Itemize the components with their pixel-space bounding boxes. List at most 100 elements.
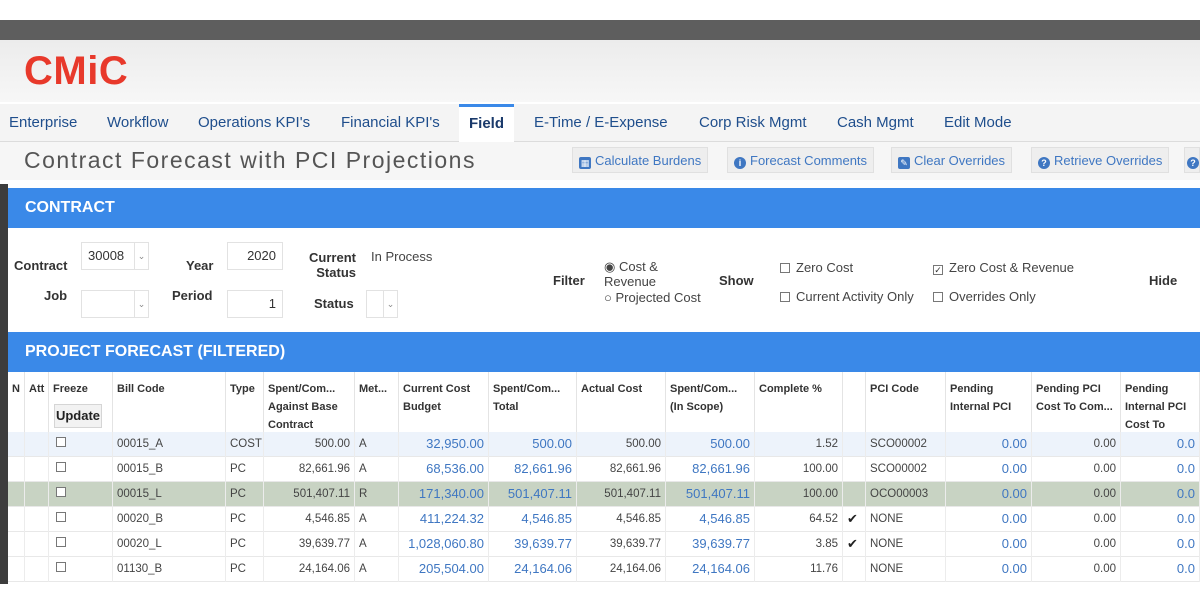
overrides-only-checkbox[interactable]: Overrides Only [933, 289, 1036, 304]
cell-actual-cost: 501,407.11 [577, 482, 666, 507]
col-header-n[interactable]: N [8, 372, 25, 432]
cell-pending-internal-pci-ctc[interactable]: 0.0 [1121, 532, 1200, 557]
freeze-checkbox[interactable] [49, 432, 113, 457]
eraser-icon: ✎ [898, 157, 910, 169]
filter-projected-cost-radio[interactable]: ○ Projected Cost [604, 290, 701, 305]
freeze-checkbox[interactable] [49, 507, 113, 532]
freeze-checkbox[interactable] [49, 482, 113, 507]
cell-spent-total[interactable]: 500.00 [489, 432, 577, 457]
tab-enterprise[interactable]: Enterprise [9, 104, 77, 142]
tab-corp-risk-mgmt[interactable]: Corp Risk Mgmt [699, 104, 807, 142]
cell-pci-code: NONE [866, 557, 946, 582]
col-header-method[interactable]: Met... [355, 372, 399, 432]
more-toolbar-button[interactable]: ? [1184, 147, 1200, 173]
table-row[interactable]: 00015_B PC 82,661.96 A 68,536.00 82,661.… [8, 457, 1200, 482]
forecast-comments-button[interactable]: i Forecast Comments [727, 147, 875, 173]
cell-current-budget[interactable]: 68,536.00 [399, 457, 489, 482]
cell-pending-internal-pci[interactable]: 0.00 [946, 457, 1032, 482]
cell-current-budget[interactable]: 171,340.00 [399, 482, 489, 507]
col-header-type[interactable]: Type [226, 372, 264, 432]
cell-pending-internal-pci[interactable]: 0.00 [946, 507, 1032, 532]
cell-current-budget[interactable]: 32,950.00 [399, 432, 489, 457]
table-row[interactable]: 00020_L PC 39,639.77 A 1,028,060.80 39,6… [8, 532, 1200, 557]
col-header-spent-base[interactable]: Spent/Com... Against Base Contract [264, 372, 355, 432]
calculate-burdens-button[interactable]: ▦ Calculate Burdens [572, 147, 709, 173]
cell-pending-internal-pci[interactable]: 0.00 [946, 532, 1032, 557]
checkmark-icon [843, 432, 866, 457]
status-select[interactable]: ⌄ [366, 290, 398, 318]
cell-pending-internal-pci-ctc[interactable]: 0.0 [1121, 432, 1200, 457]
cell-pending-internal-pci-ctc[interactable]: 0.0 [1121, 557, 1200, 582]
cell-spent-base: 82,661.96 [264, 457, 355, 482]
tab-financial-kpis[interactable]: Financial KPI's [341, 104, 440, 142]
zero-cost-checkbox[interactable]: Zero Cost [780, 260, 853, 275]
col-header-att[interactable]: Att [25, 372, 49, 432]
cell-complete: 11.76 [755, 557, 843, 582]
cell-pending-internal-pci[interactable]: 0.00 [946, 557, 1032, 582]
cell-spent-scope[interactable]: 82,661.96 [666, 457, 755, 482]
tab-field[interactable]: Field [459, 104, 515, 142]
cmic-logo[interactable]: CMiC [24, 50, 128, 92]
cell-pending-internal-pci-ctc[interactable]: 0.0 [1121, 482, 1200, 507]
table-row[interactable]: 00015_A COST 500.00 A 32,950.00 500.00 5… [8, 432, 1200, 457]
checkbox-icon [780, 263, 790, 273]
cell-pending-internal-pci[interactable]: 0.00 [946, 482, 1032, 507]
contract-select[interactable]: 30008 ⌄ [81, 242, 149, 270]
col-header-complete[interactable]: Complete % [755, 372, 843, 432]
cell-spent-scope[interactable]: 4,546.85 [666, 507, 755, 532]
current-status-label: Current Status [309, 250, 356, 280]
update-button[interactable]: Update [54, 404, 102, 428]
current-activity-only-checkbox[interactable]: Current Activity Only [780, 289, 914, 304]
cell-spent-scope[interactable]: 500.00 [666, 432, 755, 457]
filter-cost-revenue-radio[interactable]: ◉ Cost & Revenue [604, 259, 704, 289]
tab-operations-kpis[interactable]: Operations KPI's [198, 104, 310, 142]
cell-current-budget[interactable]: 205,504.00 [399, 557, 489, 582]
cell-spent-scope[interactable]: 24,164.06 [666, 557, 755, 582]
cell-spent-total[interactable]: 24,164.06 [489, 557, 577, 582]
cell-spent-scope[interactable]: 39,639.77 [666, 532, 755, 557]
forecast-comments-label: Forecast Comments [750, 153, 868, 168]
col-header-spent-scope[interactable]: Spent/Com... (In Scope) [666, 372, 755, 432]
job-select[interactable]: ⌄ [81, 290, 149, 318]
freeze-checkbox[interactable] [49, 532, 113, 557]
cell-complete: 100.00 [755, 457, 843, 482]
col-header-pending-pci-ctc[interactable]: Pending PCI Cost To Com... [1032, 372, 1121, 432]
tab-cash-mgmt[interactable]: Cash Mgmt [837, 104, 914, 142]
cell-pending-internal-pci[interactable]: 0.00 [946, 432, 1032, 457]
table-row[interactable]: 00015_L PC 501,407.11 R 171,340.00 501,4… [8, 482, 1200, 507]
freeze-checkbox[interactable] [49, 457, 113, 482]
cell-att [25, 532, 49, 557]
cell-pending-internal-pci-ctc[interactable]: 0.0 [1121, 457, 1200, 482]
col-header-flag[interactable] [843, 372, 866, 432]
zero-cost-revenue-checkbox[interactable]: ✓ Zero Cost & Revenue [933, 260, 1074, 275]
cell-spent-total[interactable]: 501,407.11 [489, 482, 577, 507]
cell-spent-total[interactable]: 4,546.85 [489, 507, 577, 532]
col-header-bill-code[interactable]: Bill Code [113, 372, 226, 432]
year-input[interactable]: 2020 [227, 242, 283, 270]
col-header-pending-internal-pci[interactable]: Pending Internal PCI [946, 372, 1032, 432]
col-header-actual-cost[interactable]: Actual Cost [577, 372, 666, 432]
period-input[interactable]: 1 [227, 290, 283, 318]
col-header-pci-code[interactable]: PCI Code [866, 372, 946, 432]
cell-att [25, 557, 49, 582]
tab-workflow[interactable]: Workflow [107, 104, 168, 142]
cell-spent-total[interactable]: 82,661.96 [489, 457, 577, 482]
cell-current-budget[interactable]: 1,028,060.80 [399, 532, 489, 557]
cell-spent-total[interactable]: 39,639.77 [489, 532, 577, 557]
cell-pci-code: SCO00002 [866, 432, 946, 457]
col-header-pending-internal-pci-ctc[interactable]: Pending Internal PCI Cost To Com... [1121, 372, 1200, 432]
retrieve-overrides-button[interactable]: ? Retrieve Overrides [1031, 147, 1170, 173]
table-row[interactable]: 01130_B PC 24,164.06 A 205,504.00 24,164… [8, 557, 1200, 582]
cell-spent-scope[interactable]: 501,407.11 [666, 482, 755, 507]
checkbox-label: Zero Cost & Revenue [949, 260, 1075, 275]
clear-overrides-button[interactable]: ✎ Clear Overrides [891, 147, 1013, 173]
cell-pending-internal-pci-ctc[interactable]: 0.0 [1121, 507, 1200, 532]
tab-etime-eexpense[interactable]: E-Time / E-Expense [534, 104, 668, 142]
tab-edit-mode[interactable]: Edit Mode [944, 104, 1012, 142]
cell-current-budget[interactable]: 411,224.32 [399, 507, 489, 532]
table-row[interactable]: 00020_B PC 4,546.85 A 411,224.32 4,546.8… [8, 507, 1200, 532]
freeze-checkbox[interactable] [49, 557, 113, 582]
col-header-current-budget[interactable]: Current Cost Budget [399, 372, 489, 432]
contract-section-header: CONTRACT [8, 188, 1200, 228]
col-header-spent-total[interactable]: Spent/Com... Total [489, 372, 577, 432]
